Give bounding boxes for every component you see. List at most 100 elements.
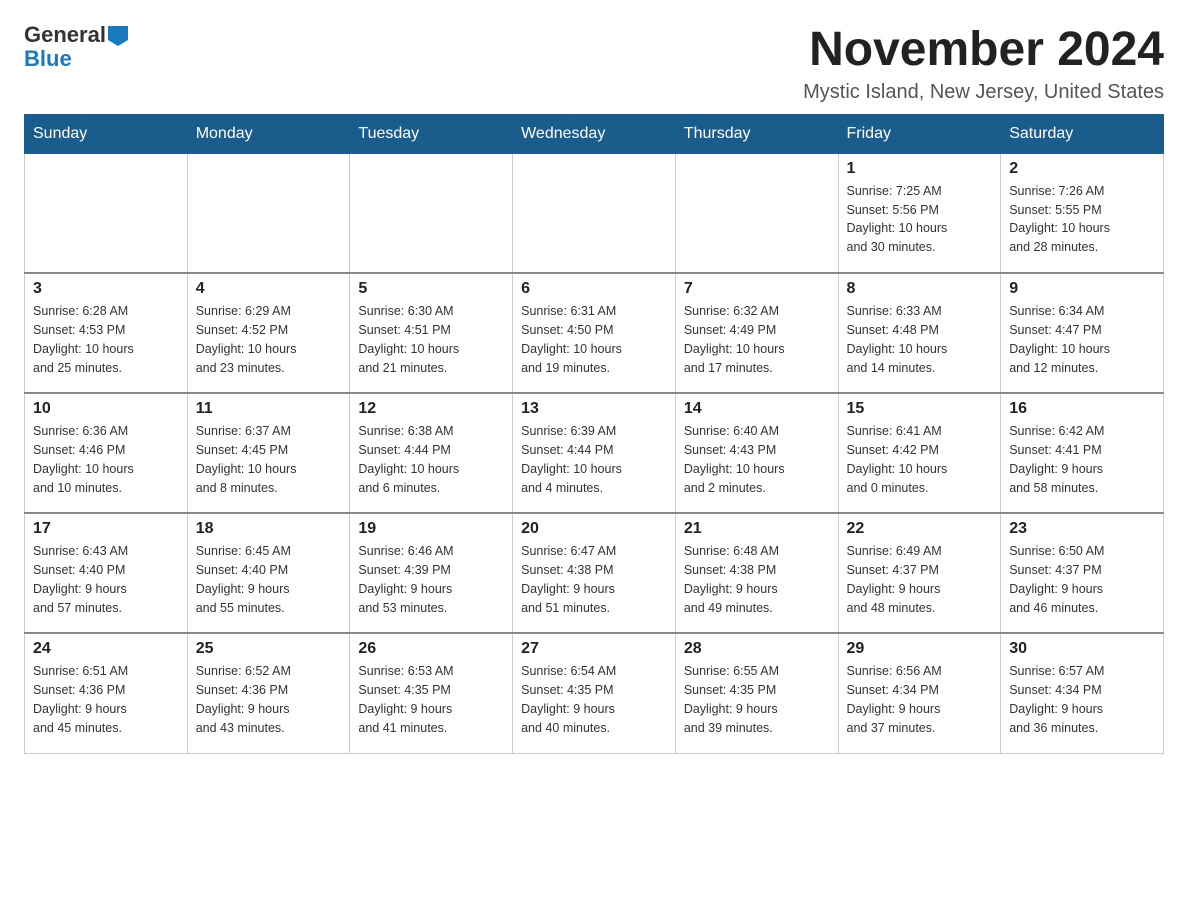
day-number: 26 — [358, 640, 504, 658]
logo-general-text: General — [24, 24, 106, 46]
calendar-week-row: 1Sunrise: 7:25 AM Sunset: 5:56 PM Daylig… — [25, 153, 1164, 273]
day-info: Sunrise: 6:46 AM Sunset: 4:39 PM Dayligh… — [358, 542, 504, 617]
day-number: 19 — [358, 520, 504, 538]
calendar-week-row: 3 Sunrise: 6:28 AM Sunset: 4:53 PM Daylig… — [25, 273, 1164, 393]
calendar-cell: 28 Sunrise: 6:55 AM Sunset: 4:35 PM Dayli… — [675, 633, 838, 753]
day-info: Sunrise: 6:40 AM Sunset: 4:43 PM Dayligh… — [684, 422, 830, 497]
calendar-cell: 7Sunrise: 6:32 AM Sunset: 4:49 PM Daylig… — [675, 273, 838, 393]
day-number: 22 — [847, 520, 993, 538]
calendar-cell — [675, 153, 838, 273]
day-number: 12 — [358, 400, 504, 418]
day-number: 9 — [1009, 280, 1155, 298]
calendar-cell: 13 Sunrise: 6:39 AM Sunset: 4:44 PM Dayli… — [513, 393, 676, 513]
day-info: Sunrise: 6:33 AM Sunset: 4:48 PM Dayligh… — [847, 302, 993, 377]
calendar-cell: 22 Sunrise: 6:49 AM Sunset: 4:37 PM Dayli… — [838, 513, 1001, 633]
day-info: Sunrise: 6:45 AM Sunset: 4:40 PM Dayligh… — [196, 542, 342, 617]
day-info: Sunrise: 6:54 AM Sunset: 4:35 PM Dayligh… — [521, 662, 667, 737]
calendar-cell: 10 Sunrise: 6:36 AM Sunset: 4:46 PM Dayli… — [25, 393, 188, 513]
day-info: Sunrise: 6:53 AM Sunset: 4:35 PM Dayligh… — [358, 662, 504, 737]
day-number: 20 — [521, 520, 667, 538]
day-number: 13 — [521, 400, 667, 418]
day-number: 8 — [847, 280, 993, 298]
day-info: Sunrise: 6:38 AM Sunset: 4:44 PM Dayligh… — [358, 422, 504, 497]
day-info: Sunrise: 6:47 AM Sunset: 4:38 PM Dayligh… — [521, 542, 667, 617]
calendar-week-row: 10 Sunrise: 6:36 AM Sunset: 4:46 PM Dayli… — [25, 393, 1164, 513]
day-info: Sunrise: 6:42 AM Sunset: 4:41 PM Dayligh… — [1009, 422, 1155, 497]
day-number: 16 — [1009, 400, 1155, 418]
calendar-cell — [350, 153, 513, 273]
calendar-cell: 24 Sunrise: 6:51 AM Sunset: 4:36 PM Dayli… — [25, 633, 188, 753]
location-title: Mystic Island, New Jersey, United States — [803, 81, 1164, 104]
day-info: Sunrise: 6:30 AM Sunset: 4:51 PM Dayligh… — [358, 302, 504, 377]
day-info: Sunrise: 6:56 AM Sunset: 4:34 PM Dayligh… — [847, 662, 993, 737]
calendar-cell: 9 Sunrise: 6:34 AM Sunset: 4:47 PM Daylig… — [1001, 273, 1164, 393]
calendar-cell: 6 Sunrise: 6:31 AM Sunset: 4:50 PM Daylig… — [513, 273, 676, 393]
page-header: General Blue November 2024 Mystic Island… — [24, 24, 1164, 104]
day-number: 30 — [1009, 640, 1155, 658]
calendar-cell: 8 Sunrise: 6:33 AM Sunset: 4:48 PM Daylig… — [838, 273, 1001, 393]
logo: General Blue — [24, 24, 128, 72]
day-number: 14 — [684, 400, 830, 418]
day-number: 18 — [196, 520, 342, 538]
day-info: Sunrise: 6:31 AM Sunset: 4:50 PM Dayligh… — [521, 302, 667, 377]
weekday-header-saturday: Saturday — [1001, 114, 1164, 153]
calendar-cell: 15Sunrise: 6:41 AM Sunset: 4:42 PM Dayli… — [838, 393, 1001, 513]
day-number: 23 — [1009, 520, 1155, 538]
month-title: November 2024 — [803, 24, 1164, 77]
day-number: 6 — [521, 280, 667, 298]
day-info: Sunrise: 6:43 AM Sunset: 4:40 PM Dayligh… — [33, 542, 179, 617]
day-info: Sunrise: 7:25 AM Sunset: 5:56 PM Dayligh… — [847, 182, 993, 257]
weekday-header-friday: Friday — [838, 114, 1001, 153]
day-info: Sunrise: 6:32 AM Sunset: 4:49 PM Dayligh… — [684, 302, 830, 377]
day-info: Sunrise: 6:41 AM Sunset: 4:42 PM Dayligh… — [847, 422, 993, 497]
day-number: 2 — [1009, 160, 1155, 178]
calendar-cell: 21Sunrise: 6:48 AM Sunset: 4:38 PM Dayli… — [675, 513, 838, 633]
weekday-header-wednesday: Wednesday — [513, 114, 676, 153]
day-number: 28 — [684, 640, 830, 658]
calendar-cell: 26 Sunrise: 6:53 AM Sunset: 4:35 PM Dayli… — [350, 633, 513, 753]
calendar-cell: 4Sunrise: 6:29 AM Sunset: 4:52 PM Daylig… — [187, 273, 350, 393]
day-info: Sunrise: 6:51 AM Sunset: 4:36 PM Dayligh… — [33, 662, 179, 737]
day-number: 10 — [33, 400, 179, 418]
calendar-cell: 16 Sunrise: 6:42 AM Sunset: 4:41 PM Dayli… — [1001, 393, 1164, 513]
day-info: Sunrise: 6:36 AM Sunset: 4:46 PM Dayligh… — [33, 422, 179, 497]
day-info: Sunrise: 7:26 AM Sunset: 5:55 PM Dayligh… — [1009, 182, 1155, 257]
weekday-header-monday: Monday — [187, 114, 350, 153]
calendar-cell: 14 Sunrise: 6:40 AM Sunset: 4:43 PM Dayli… — [675, 393, 838, 513]
logo-flag-icon — [108, 26, 128, 46]
weekday-header-sunday: Sunday — [25, 114, 188, 153]
title-section: November 2024 Mystic Island, New Jersey,… — [803, 24, 1164, 104]
day-info: Sunrise: 6:55 AM Sunset: 4:35 PM Dayligh… — [684, 662, 830, 737]
day-number: 3 — [33, 280, 179, 298]
day-info: Sunrise: 6:50 AM Sunset: 4:37 PM Dayligh… — [1009, 542, 1155, 617]
day-info: Sunrise: 6:28 AM Sunset: 4:53 PM Dayligh… — [33, 302, 179, 377]
calendar-header-row: SundayMondayTuesdayWednesdayThursdayFrid… — [25, 114, 1164, 153]
weekday-header-thursday: Thursday — [675, 114, 838, 153]
day-number: 29 — [847, 640, 993, 658]
calendar-cell: 20 Sunrise: 6:47 AM Sunset: 4:38 PM Dayli… — [513, 513, 676, 633]
day-number: 17 — [33, 520, 179, 538]
day-number: 24 — [33, 640, 179, 658]
calendar-cell: 30Sunrise: 6:57 AM Sunset: 4:34 PM Dayli… — [1001, 633, 1164, 753]
day-number: 21 — [684, 520, 830, 538]
calendar-cell: 27Sunrise: 6:54 AM Sunset: 4:35 PM Dayli… — [513, 633, 676, 753]
logo-blue-text: Blue — [24, 46, 72, 72]
day-number: 5 — [358, 280, 504, 298]
day-info: Sunrise: 6:52 AM Sunset: 4:36 PM Dayligh… — [196, 662, 342, 737]
calendar-cell: 19 Sunrise: 6:46 AM Sunset: 4:39 PM Dayli… — [350, 513, 513, 633]
calendar-cell: 29 Sunrise: 6:56 AM Sunset: 4:34 PM Dayli… — [838, 633, 1001, 753]
day-info: Sunrise: 6:39 AM Sunset: 4:44 PM Dayligh… — [521, 422, 667, 497]
calendar-cell: 2 Sunrise: 7:26 AM Sunset: 5:55 PM Daylig… — [1001, 153, 1164, 273]
calendar-cell: 5 Sunrise: 6:30 AM Sunset: 4:51 PM Daylig… — [350, 273, 513, 393]
calendar-cell: 17 Sunrise: 6:43 AM Sunset: 4:40 PM Dayli… — [25, 513, 188, 633]
calendar-week-row: 24 Sunrise: 6:51 AM Sunset: 4:36 PM Dayli… — [25, 633, 1164, 753]
calendar-cell — [25, 153, 188, 273]
calendar-cell: 18 Sunrise: 6:45 AM Sunset: 4:40 PM Dayli… — [187, 513, 350, 633]
calendar-cell — [187, 153, 350, 273]
day-info: Sunrise: 6:49 AM Sunset: 4:37 PM Dayligh… — [847, 542, 993, 617]
calendar-cell: 12 Sunrise: 6:38 AM Sunset: 4:44 PM Dayli… — [350, 393, 513, 513]
calendar-cell: 1Sunrise: 7:25 AM Sunset: 5:56 PM Daylig… — [838, 153, 1001, 273]
day-info: Sunrise: 6:34 AM Sunset: 4:47 PM Dayligh… — [1009, 302, 1155, 377]
calendar-cell — [513, 153, 676, 273]
calendar-table: SundayMondayTuesdayWednesdayThursdayFrid… — [24, 114, 1164, 754]
